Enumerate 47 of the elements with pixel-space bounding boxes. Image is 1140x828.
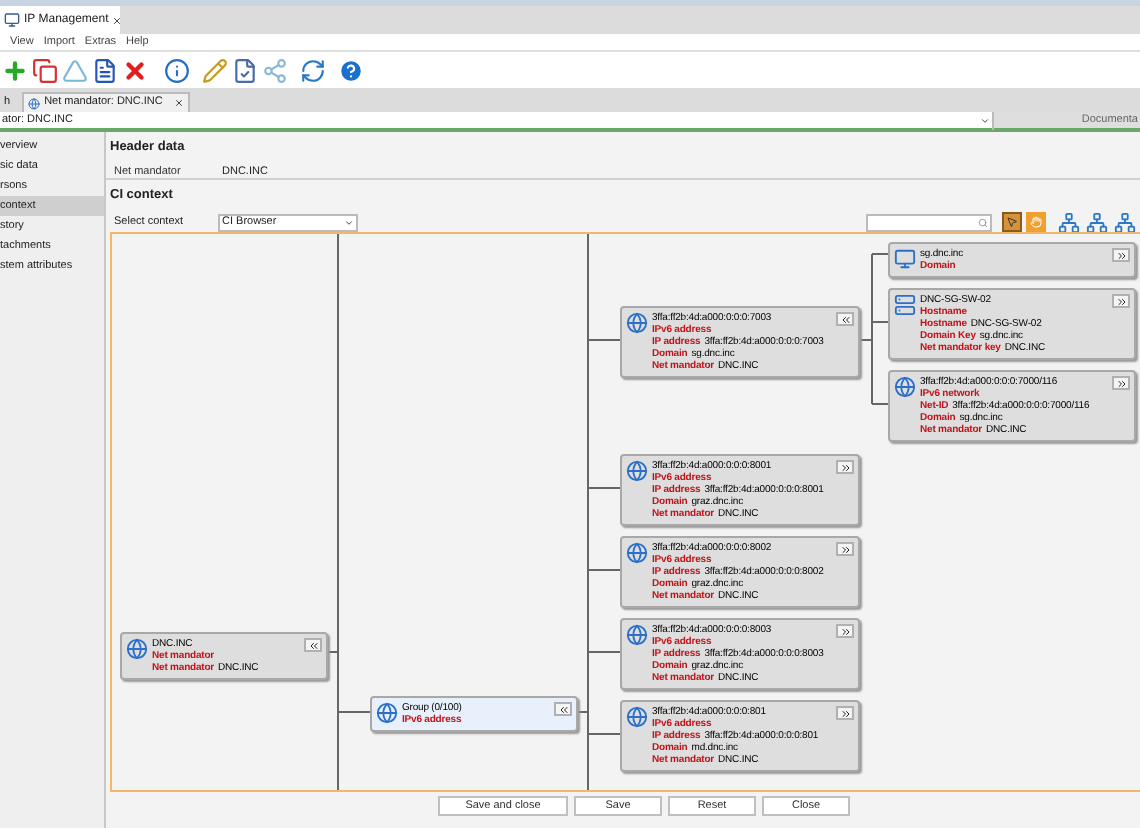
chevrons-right-icon xyxy=(839,543,851,555)
pointer-tool-button[interactable] xyxy=(1002,212,1022,233)
expand-toggle[interactable] xyxy=(1112,248,1130,262)
search-icon xyxy=(978,217,988,228)
add-icon[interactable] xyxy=(2,57,28,83)
globe-icon xyxy=(626,542,648,564)
chevrons-right-icon xyxy=(1115,377,1127,389)
monitor-icon xyxy=(4,12,20,28)
expand-toggle[interactable] xyxy=(836,706,854,720)
network-icon[interactable] xyxy=(1114,211,1136,234)
pencil-icon[interactable] xyxy=(202,57,228,83)
expand-toggle[interactable] xyxy=(836,542,854,556)
expand-toggle[interactable] xyxy=(554,702,572,716)
globe-icon xyxy=(626,312,648,334)
server-icon xyxy=(894,294,916,316)
help-icon[interactable] xyxy=(338,57,364,83)
expand-toggle[interactable] xyxy=(836,624,854,638)
chevrons-right-icon xyxy=(839,625,851,637)
expand-toggle[interactable] xyxy=(836,312,854,326)
refresh-icon[interactable] xyxy=(300,57,326,83)
globe-icon xyxy=(626,706,648,728)
globe-icon xyxy=(626,460,648,482)
chevrons-right-icon xyxy=(839,707,851,719)
globe-icon xyxy=(126,638,148,660)
network-icon[interactable] xyxy=(1058,211,1080,234)
nodes-icon[interactable] xyxy=(262,57,288,83)
copy-icon[interactable] xyxy=(32,57,58,83)
chevrons-right-icon xyxy=(839,461,851,473)
expand-toggle[interactable] xyxy=(1112,376,1130,390)
search-field[interactable] xyxy=(866,213,992,232)
delete-icon[interactable] xyxy=(122,57,148,83)
document-icon[interactable] xyxy=(92,57,118,83)
globe-icon xyxy=(28,97,41,109)
expand-toggle[interactable] xyxy=(836,460,854,474)
expand-toggle[interactable] xyxy=(1112,294,1130,308)
pointer-icon xyxy=(1006,216,1018,229)
document-check-icon[interactable] xyxy=(232,57,258,83)
network-icon[interactable] xyxy=(1086,211,1108,234)
monitor-icon xyxy=(894,248,916,270)
info-icon[interactable] xyxy=(164,57,190,83)
expand-toggle[interactable] xyxy=(304,638,322,652)
globe-icon xyxy=(894,376,916,398)
globe-icon xyxy=(376,702,398,724)
globe-icon xyxy=(626,624,648,646)
chevrons-right-icon xyxy=(1115,249,1127,261)
hand-icon xyxy=(1030,216,1042,229)
chevrons-right-icon xyxy=(1115,295,1127,307)
